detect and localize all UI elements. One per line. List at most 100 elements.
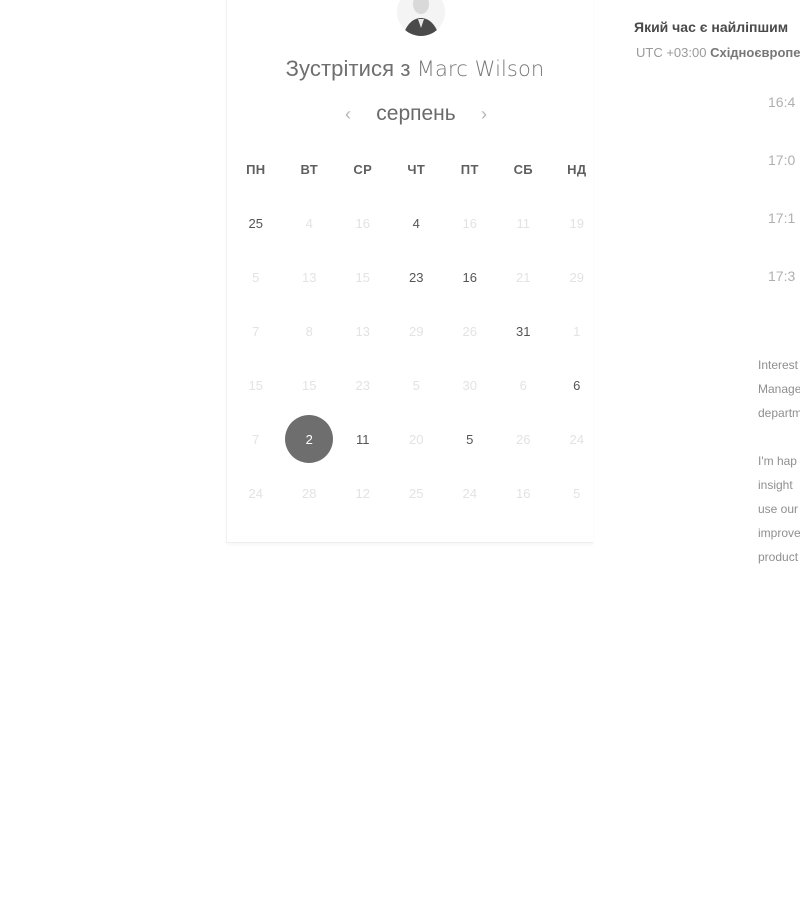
day-number: 5: [412, 377, 420, 393]
day-number: 5: [573, 485, 581, 501]
description-line: product: [758, 550, 799, 564]
day-number: 31: [516, 323, 531, 339]
available-day[interactable]: 31: [497, 304, 551, 358]
unavailable-day: 30: [443, 358, 497, 412]
available-day[interactable]: 11: [336, 412, 390, 466]
meeting-title-prefix: Зустрітися з: [285, 56, 417, 81]
meeting-description: Interest Manage departm I'm hap insight use …: [758, 353, 800, 593]
weekday-label: ВТ: [300, 162, 318, 177]
weekday-label: НД: [567, 162, 587, 177]
day-number: 16: [462, 269, 477, 285]
available-day[interactable]: 4: [390, 196, 444, 250]
day-number: 24: [569, 431, 584, 447]
time-slot[interactable]: 17:1: [768, 210, 795, 268]
day-number: 15: [355, 269, 370, 285]
unavailable-day: 16: [497, 466, 551, 520]
unavailable-day: 5: [550, 466, 604, 520]
unavailable-day: 13: [336, 304, 390, 358]
unavailable-day: 19: [550, 196, 604, 250]
day-number: 26: [516, 431, 531, 447]
description-line: insight: [758, 478, 793, 492]
chevron-right-icon[interactable]: ›: [476, 104, 492, 125]
unavailable-day: 23: [336, 358, 390, 412]
day-number: 11: [516, 215, 531, 231]
chevron-left-icon[interactable]: ‹: [340, 104, 356, 125]
time-slot[interactable]: 17:0: [768, 152, 795, 210]
available-day[interactable]: 16: [443, 250, 497, 304]
available-day[interactable]: 25: [229, 196, 283, 250]
day-number: 6: [573, 377, 581, 393]
day-number: 24: [462, 485, 477, 501]
day-number: 7: [252, 431, 260, 447]
day-number: 1: [573, 323, 581, 339]
unavailable-day: 26: [443, 304, 497, 358]
day-number: 16: [355, 215, 370, 231]
day-number: 30: [462, 377, 477, 393]
description-line: departm: [758, 406, 800, 420]
day-number: 5: [252, 269, 260, 285]
unavailable-day: 15: [336, 250, 390, 304]
day-number: 24: [248, 485, 263, 501]
weekday-header: ПН ВТ СР ЧТ ПТ СБ НД: [229, 162, 603, 177]
unavailable-day: 5: [229, 250, 283, 304]
available-day[interactable]: 23: [390, 250, 444, 304]
unavailable-day: 4: [283, 196, 337, 250]
day-number: 29: [569, 269, 584, 285]
time-picker-title: Який час є найліпшим: [634, 19, 789, 35]
unavailable-day: 12: [336, 466, 390, 520]
unavailable-day: 20: [390, 412, 444, 466]
day-number: 12: [355, 485, 370, 501]
description-line: Manage: [758, 382, 800, 396]
description-line: I'm hap: [758, 454, 797, 468]
unavailable-day: 15: [229, 358, 283, 412]
unavailable-day: 24: [443, 466, 497, 520]
day-number: 16: [516, 485, 531, 501]
unavailable-day: 26: [497, 412, 551, 466]
unavailable-day: 25: [390, 466, 444, 520]
day-number: 5: [466, 431, 474, 447]
unavailable-day: 15: [283, 358, 337, 412]
unavailable-day: 1: [550, 304, 604, 358]
timezone-label[interactable]: UTC +03:00 Східноєвропе: [636, 45, 800, 60]
unavailable-day: 7: [229, 412, 283, 466]
unavailable-day: 21: [497, 250, 551, 304]
weekday-label: ПН: [246, 162, 266, 177]
day-number: 25: [409, 485, 424, 501]
unavailable-day: 13: [283, 250, 337, 304]
day-number: 29: [409, 323, 424, 339]
host-name: Marc Wilson: [416, 57, 545, 81]
unavailable-day: 29: [390, 304, 444, 358]
time-slot[interactable]: 16:4: [768, 94, 795, 152]
day-number: 15: [302, 377, 317, 393]
unavailable-day: 16: [336, 196, 390, 250]
weekday-label: СБ: [513, 162, 533, 177]
day-number: 4: [305, 215, 313, 231]
day-number: 6: [519, 377, 527, 393]
time-slot[interactable]: 17:3: [768, 268, 795, 326]
day-number: 26: [462, 323, 477, 339]
day-number: 21: [516, 269, 531, 285]
day-number: 23: [409, 269, 424, 285]
timezone-name: Східноєвропе: [710, 45, 800, 60]
unavailable-day: 16: [443, 196, 497, 250]
day-number: 2: [285, 415, 334, 463]
unavailable-day: 6: [497, 358, 551, 412]
day-number: 11: [356, 431, 370, 447]
unavailable-day: 24: [550, 412, 604, 466]
available-day[interactable]: 6: [550, 358, 604, 412]
available-day[interactable]: 5: [443, 412, 497, 466]
day-number: 15: [248, 377, 263, 393]
weekday-label: СР: [353, 162, 373, 177]
selected-day[interactable]: 2: [283, 412, 337, 466]
description-line: use our: [758, 502, 799, 516]
weekday-label: ЧТ: [407, 162, 426, 177]
meeting-title: Зустрітися з Marc Wilson: [232, 56, 598, 82]
month-navigation: ‹ серпень ›: [340, 102, 492, 126]
description-line: improve: [758, 526, 800, 540]
day-number: 16: [462, 215, 477, 231]
timezone-offset: UTC +03:00: [636, 45, 711, 60]
unavailable-day: 5: [390, 358, 444, 412]
unavailable-day: 8: [283, 304, 337, 358]
day-number: 20: [409, 431, 424, 447]
weekday-label: ПТ: [460, 162, 479, 177]
